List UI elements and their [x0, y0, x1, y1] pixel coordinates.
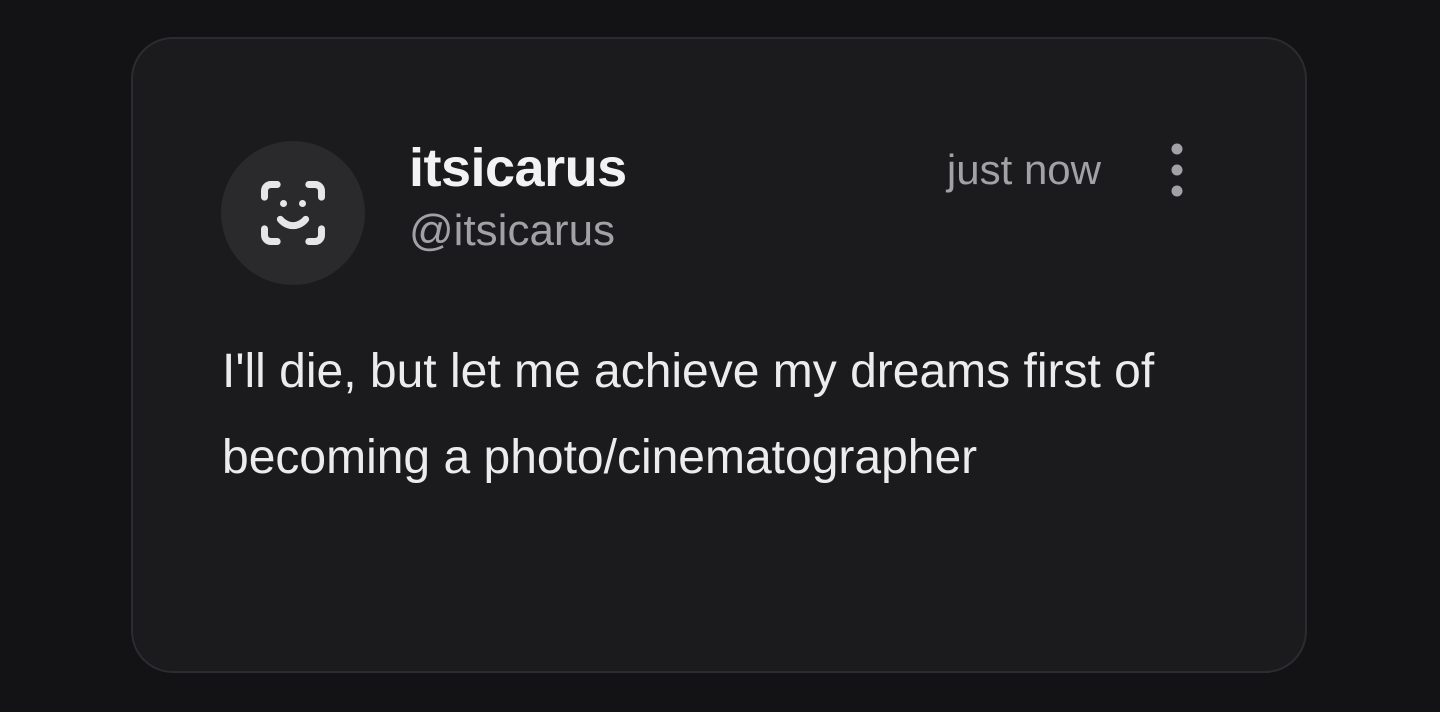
user-handle[interactable]: @itsicarus — [409, 206, 615, 255]
face-id-icon — [261, 181, 325, 245]
post-timestamp: just now — [946, 146, 1101, 193]
post-card: itsicarus @itsicarus just now I'll die, … — [131, 37, 1307, 673]
more-vertical-icon — [1171, 143, 1183, 197]
post-body-text: I'll die, but let me achieve my dreams f… — [222, 345, 1155, 484]
display-name[interactable]: itsicarus — [409, 138, 627, 198]
avatar[interactable] — [221, 141, 365, 285]
more-options-button[interactable] — [1155, 139, 1199, 203]
